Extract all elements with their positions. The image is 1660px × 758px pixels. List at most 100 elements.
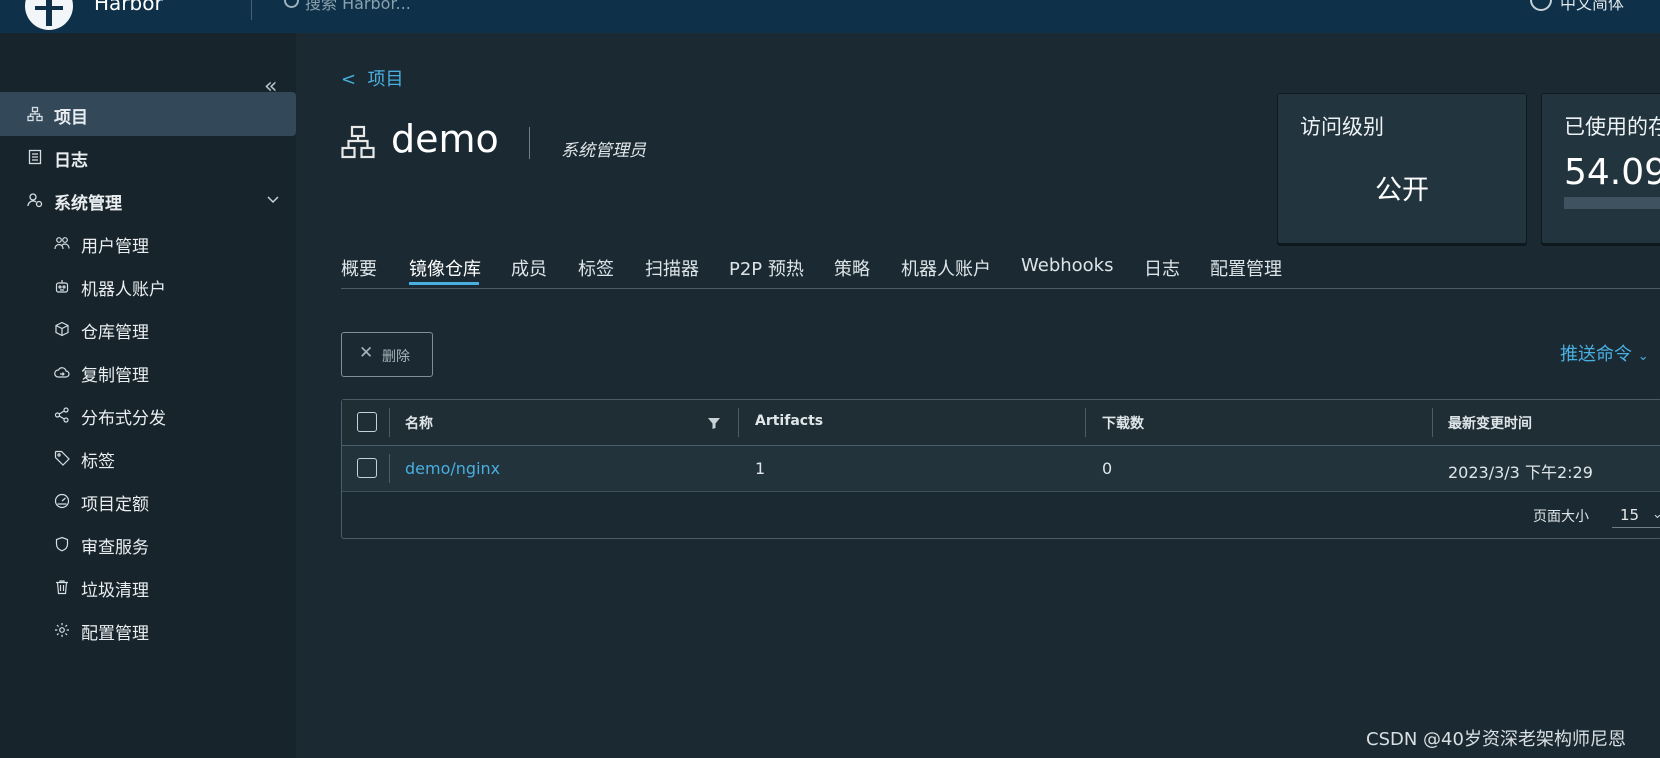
globe-icon[interactable] xyxy=(1530,0,1552,11)
column-divider xyxy=(1085,408,1086,437)
tab-policy[interactable]: 策略 xyxy=(834,255,870,281)
tab-webhooks[interactable]: Webhooks xyxy=(1021,255,1113,276)
project-tabs: 概要 镜像仓库 成员 标签 扫描器 P2P 预热 策略 机器人账户 Webhoo… xyxy=(341,248,1660,289)
tab-summary[interactable]: 概要 xyxy=(341,255,377,281)
language-selector[interactable]: 中文简体 xyxy=(1560,0,1624,14)
table-row: demo/nginx 1 0 2023/3/3 下午2:29 xyxy=(342,446,1660,492)
sidebar-item-label: 垃圾清理 xyxy=(81,581,149,601)
project-icon xyxy=(341,125,375,159)
storage-used-value: 54.09 xyxy=(1564,152,1660,193)
search-input[interactable]: 搜索 Harbor... xyxy=(305,0,411,14)
storage-used-card: 已使用的存储 54.09 xyxy=(1541,93,1660,244)
repository-name-link[interactable]: demo/nginx xyxy=(405,459,500,478)
trash-icon xyxy=(56,580,68,595)
page-size-select[interactable]: 15 ⌄ xyxy=(1612,503,1660,528)
cloud-replication-icon xyxy=(54,367,70,378)
sidebar-item-configuration[interactable]: 配置管理 xyxy=(0,608,296,652)
sidebar-item-label: 项目 xyxy=(54,108,88,128)
access-level-title: 访问级别 xyxy=(1300,115,1384,139)
users-icon xyxy=(54,237,70,250)
title-divider xyxy=(529,127,530,159)
column-header-artifacts[interactable]: Artifacts xyxy=(755,413,823,429)
access-level-value: 公开 xyxy=(1375,175,1429,206)
chevron-down-icon[interactable] xyxy=(266,192,280,206)
column-header-pulls[interactable]: 下载数 xyxy=(1102,413,1144,433)
repositories-table: 名称 Artifacts 下载数 最新变更时间 demo/nginx 1 0 2… xyxy=(341,399,1660,539)
page-size-label: 页面大小 xyxy=(1533,509,1589,525)
tag-icon xyxy=(54,450,70,466)
storage-used-title: 已使用的存储 xyxy=(1564,115,1660,139)
row-checkbox[interactable] xyxy=(357,458,377,478)
sidebar-item-label: 标签 xyxy=(81,452,115,472)
robot-icon xyxy=(55,280,69,293)
search-icon[interactable] xyxy=(284,0,299,8)
sidebar: « 项目 日志 系统管理 用户管理 机器人账户 仓库管理 复制管理 分布式分发 … xyxy=(0,33,296,758)
storage-usage-bar xyxy=(1564,197,1660,209)
share-icon xyxy=(54,407,69,423)
breadcrumb-projects-link[interactable]: 项目 xyxy=(368,69,404,90)
sidebar-item-label: 复制管理 xyxy=(81,366,149,386)
tab-members[interactable]: 成员 xyxy=(511,255,547,281)
sidebar-item-label: 用户管理 xyxy=(81,237,149,257)
select-all-checkbox[interactable] xyxy=(357,412,377,432)
sidebar-item-label: 系统管理 xyxy=(54,194,122,214)
gear-icon xyxy=(55,623,69,637)
sidebar-item-interrogation-services[interactable]: 审查服务 xyxy=(0,522,296,566)
last-modified-time: 2023/3/3 下午2:29 xyxy=(1448,463,1593,482)
harbor-logo-icon[interactable] xyxy=(25,0,73,30)
back-chevron-icon: < xyxy=(341,69,357,90)
chevron-down-icon: ⌄ xyxy=(1652,507,1660,522)
sidebar-item-administration[interactable]: 系统管理 xyxy=(0,178,296,222)
sidebar-item-logs[interactable]: 日志 xyxy=(0,135,296,179)
sidebar-item-label: 审查服务 xyxy=(81,538,149,558)
sidebar-item-projects[interactable]: 项目 xyxy=(0,92,296,136)
sidebar-item-label: 配置管理 xyxy=(81,624,149,644)
sidebar-item-label: 分布式分发 xyxy=(81,409,166,429)
pull-count: 0 xyxy=(1102,459,1113,478)
active-tab-indicator xyxy=(409,282,479,285)
delete-button[interactable]: ✕ 删除 xyxy=(341,332,433,377)
column-divider xyxy=(389,408,390,437)
sidebar-item-users[interactable]: 用户管理 xyxy=(0,221,296,265)
projects-icon xyxy=(27,106,43,122)
tab-labels[interactable]: 标签 xyxy=(578,255,614,281)
tab-logs[interactable]: 日志 xyxy=(1144,255,1180,281)
header-divider xyxy=(251,0,252,20)
column-divider xyxy=(738,408,739,437)
filter-icon[interactable] xyxy=(708,417,720,429)
delete-button-label: 删除 xyxy=(382,349,410,365)
watermark: CSDN @40岁资深老架构师尼恩 xyxy=(1366,729,1626,750)
push-command-dropdown[interactable]: 推送命令 ⌄ xyxy=(1560,340,1649,366)
tab-robot-accounts[interactable]: 机器人账户 xyxy=(901,255,991,281)
sidebar-item-distributions[interactable]: 分布式分发 xyxy=(0,393,296,437)
sidebar-item-robot-accounts[interactable]: 机器人账户 xyxy=(0,264,296,308)
tab-repositories[interactable]: 镜像仓库 xyxy=(409,255,481,281)
sidebar-item-project-quotas[interactable]: 项目定额 xyxy=(0,479,296,523)
tab-scanner[interactable]: 扫描器 xyxy=(645,255,699,281)
sidebar-item-label: 机器人账户 xyxy=(81,280,166,300)
admin-icon xyxy=(27,193,43,208)
access-level-card: 访问级别 公开 xyxy=(1277,93,1527,244)
column-header-name[interactable]: 名称 xyxy=(405,413,433,433)
sidebar-item-label: 仓库管理 xyxy=(81,323,149,343)
push-command-label: 推送命令 xyxy=(1560,344,1632,365)
sidebar-item-label: 日志 xyxy=(54,151,88,171)
chevron-down-icon: ⌄ xyxy=(1637,349,1649,364)
close-icon: ✕ xyxy=(359,343,374,363)
sidebar-item-registries[interactable]: 仓库管理 xyxy=(0,307,296,351)
artifacts-count: 1 xyxy=(755,459,766,478)
column-divider xyxy=(389,454,390,483)
page-size-value: 15 xyxy=(1620,506,1640,524)
sidebar-item-labels[interactable]: 标签 xyxy=(0,436,296,480)
breadcrumb[interactable]: < 项目 xyxy=(341,65,404,91)
sidebar-item-replications[interactable]: 复制管理 xyxy=(0,350,296,394)
column-divider xyxy=(1432,408,1433,437)
logs-icon xyxy=(28,149,42,165)
column-header-last-modified[interactable]: 最新变更时间 xyxy=(1448,413,1532,433)
project-role: 系统管理员 xyxy=(561,141,646,161)
sidebar-item-garbage-collection[interactable]: 垃圾清理 xyxy=(0,565,296,609)
sidebar-item-label: 项目定额 xyxy=(81,495,149,515)
brand-name[interactable]: Harbor xyxy=(94,0,163,15)
tab-p2p-preheat[interactable]: P2P 预热 xyxy=(729,255,804,281)
tab-configuration[interactable]: 配置管理 xyxy=(1210,255,1282,281)
